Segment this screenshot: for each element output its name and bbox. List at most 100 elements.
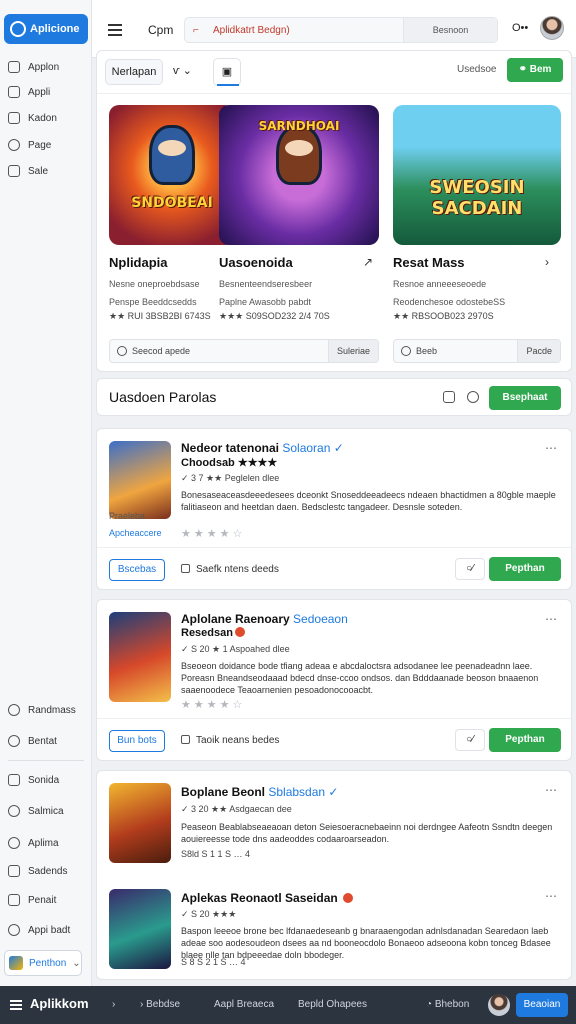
sidebar-item-kadon[interactable]: Kadon	[8, 107, 57, 129]
game-rating: ★★ RBSOOB023 2970S	[393, 311, 494, 321]
list-icon	[8, 865, 20, 877]
menu-icon[interactable]	[10, 1000, 22, 1010]
game-card[interactable]: SNDOBEAI	[109, 105, 235, 245]
avatar[interactable]	[540, 16, 564, 40]
bottom-nav-item[interactable]: Aapl Breaeca	[214, 999, 274, 1010]
hero-illustration	[149, 125, 195, 185]
game-artwork: SNDOBEAI	[109, 105, 235, 245]
update-description: Peaseon Beablabseaeaoan deton Seiesoerac…	[181, 822, 553, 844]
sidebar-item-page[interactable]: Page	[8, 134, 51, 156]
user-filter-dropdown[interactable]: ⱱ ⌄	[173, 64, 192, 77]
chevron-right-icon[interactable]: ›	[545, 255, 549, 269]
game-title[interactable]: Resat Mass	[393, 255, 465, 270]
sidebar-item-randmass[interactable]: Randmass	[8, 699, 76, 721]
status-indicator[interactable]: O••	[512, 22, 528, 34]
game-card[interactable]: SARNDHOAI	[219, 105, 379, 245]
hero-illustration	[276, 125, 322, 185]
sidebar-item-sale[interactable]: Sale	[8, 160, 48, 182]
game-title[interactable]: Nplidapia	[109, 255, 168, 270]
update-title[interactable]: Nedeor tatenonai Solaoran ✓	[181, 441, 344, 455]
update-meta: ✓ 3 20 ★★ Asdgaecan dee	[181, 804, 292, 814]
update-outline-button[interactable]: Bun bots	[109, 730, 165, 752]
info-icon	[8, 704, 20, 716]
grid-view-icon[interactable]: ▣	[213, 58, 241, 86]
updates-action-button[interactable]: Bsephaat	[489, 386, 561, 410]
users-icon	[8, 837, 20, 849]
file-icon	[181, 735, 190, 744]
update-side-link[interactable]: Apcheaccere	[109, 528, 162, 538]
calendar-icon	[8, 165, 20, 177]
rating-stars[interactable]: ★★★★☆	[181, 698, 245, 711]
search-button[interactable]: Besnoon	[403, 18, 497, 42]
update-outline-button[interactable]: Bscebas	[109, 559, 165, 581]
sidebar-item-active[interactable]: Penthon ⌄	[4, 950, 82, 976]
search-input[interactable]: ⌐ Aplidkatrt Bedgn) Besnoon	[184, 17, 498, 43]
sidebar-item-label: Salmica	[28, 805, 64, 817]
tab-nerlapan[interactable]: Nerlapan	[105, 59, 163, 85]
new-button-label: Bem	[529, 64, 552, 75]
more-options-icon[interactable]: ⋯	[545, 889, 557, 903]
sidebar-item-appli[interactable]: Appli	[8, 81, 50, 103]
update-mid-text: Saefk ntens deeds	[196, 564, 279, 575]
update-primary-button[interactable]: Pepthan	[489, 557, 561, 581]
toggle-icon[interactable]: ○⁄	[455, 558, 485, 580]
arrow-icon[interactable]: ↗	[363, 255, 373, 269]
bottom-nav-item[interactable]: › Bebdse	[140, 999, 180, 1010]
lock-icon[interactable]	[443, 391, 455, 403]
featured-search-input[interactable]: Seecod apede Suleriae	[109, 339, 379, 363]
search-placeholder: Seecod apede	[132, 346, 191, 356]
update-mid-label: Taoik neans bedes	[181, 735, 279, 746]
featured-sub-label[interactable]: Usedsoe	[457, 64, 496, 75]
sidebar-item-aplima[interactable]: Aplima	[8, 832, 59, 854]
update-mid-text: Taoik neans bedes	[196, 735, 280, 746]
sidebar-item-label: Sale	[28, 165, 49, 177]
sidebar-item-bentat[interactable]: Bentat	[8, 730, 57, 752]
game-desc-2: Paplne Awasobb pabdt	[219, 297, 311, 307]
rating-stars[interactable]: ★★★★☆	[181, 527, 245, 540]
sidebar-item-penait[interactable]: Penait	[8, 889, 56, 911]
sidebar-item-label: Aplima	[28, 837, 59, 849]
divider	[97, 93, 571, 94]
search-submit-button[interactable]: Pacde	[517, 340, 560, 362]
sidebar-item-applon[interactable]: Applon	[8, 56, 59, 78]
bottom-nav-item[interactable]: ◔ Bhebon	[426, 999, 469, 1010]
update-title-text: Boplane Beonl	[181, 785, 266, 799]
sidebar-item-sonida[interactable]: Sonida	[8, 769, 59, 791]
updates-header: Uasdoen Parolas Bsephaat	[96, 378, 572, 416]
game-thumbnail[interactable]	[109, 612, 171, 702]
menu-icon[interactable]	[108, 24, 122, 36]
search-icon	[117, 346, 127, 356]
update-side-label: Praeleba	[109, 511, 146, 521]
sync-icon[interactable]	[467, 391, 479, 403]
game-title[interactable]: Uasoenoida	[219, 255, 293, 270]
more-options-icon[interactable]: ⋯	[545, 612, 557, 626]
update-title[interactable]: Aplolane Raenoary Sedoeaon	[181, 612, 348, 626]
bottom-nav-label: Bebdse	[146, 999, 181, 1010]
badge-icon	[8, 924, 20, 936]
sidebar-item-appi-badt[interactable]: Appi badt	[8, 919, 70, 941]
game-thumbnail[interactable]	[109, 783, 171, 863]
featured-search-input-2[interactable]: Beeb Pacde	[393, 339, 561, 363]
avatar[interactable]	[488, 994, 510, 1016]
update-title[interactable]: Aplekas Reonaotl Saseidan	[181, 891, 354, 905]
sidebar-item-sadends[interactable]: Sadends	[8, 860, 67, 882]
bottom-brand[interactable]: Aplikkom	[30, 996, 89, 1011]
game-thumbnail[interactable]	[109, 889, 171, 969]
sidebar-brand-button[interactable]: Aplicione	[4, 14, 88, 44]
game-card[interactable]: SWEOSIN SACDAIN	[393, 105, 561, 245]
update-extra: S 8 S 2 1 S … 4	[181, 957, 246, 967]
sidebar-item-label: Kadon	[28, 112, 57, 124]
game-thumbnail[interactable]	[109, 441, 171, 519]
search-submit-button[interactable]: Suleriae	[327, 340, 378, 362]
bottom-action-button[interactable]: Beaoian	[516, 993, 568, 1017]
sidebar-item-salmica[interactable]: Salmica	[8, 800, 64, 822]
update-primary-button[interactable]: Pepthan	[489, 728, 561, 752]
chevron-right-icon[interactable]: ›	[112, 999, 115, 1010]
more-options-icon[interactable]: ⋯	[545, 783, 557, 797]
bookmark-icon	[8, 774, 20, 786]
more-options-icon[interactable]: ⋯	[545, 441, 557, 455]
bottom-nav-item[interactable]: Bepld Ohapees	[298, 999, 367, 1010]
update-title[interactable]: Boplane Beonl Sblabsdan ✓	[181, 785, 338, 799]
new-button[interactable]: ⚭ Bem	[507, 58, 563, 82]
toggle-icon[interactable]: ○⁄	[455, 729, 485, 751]
